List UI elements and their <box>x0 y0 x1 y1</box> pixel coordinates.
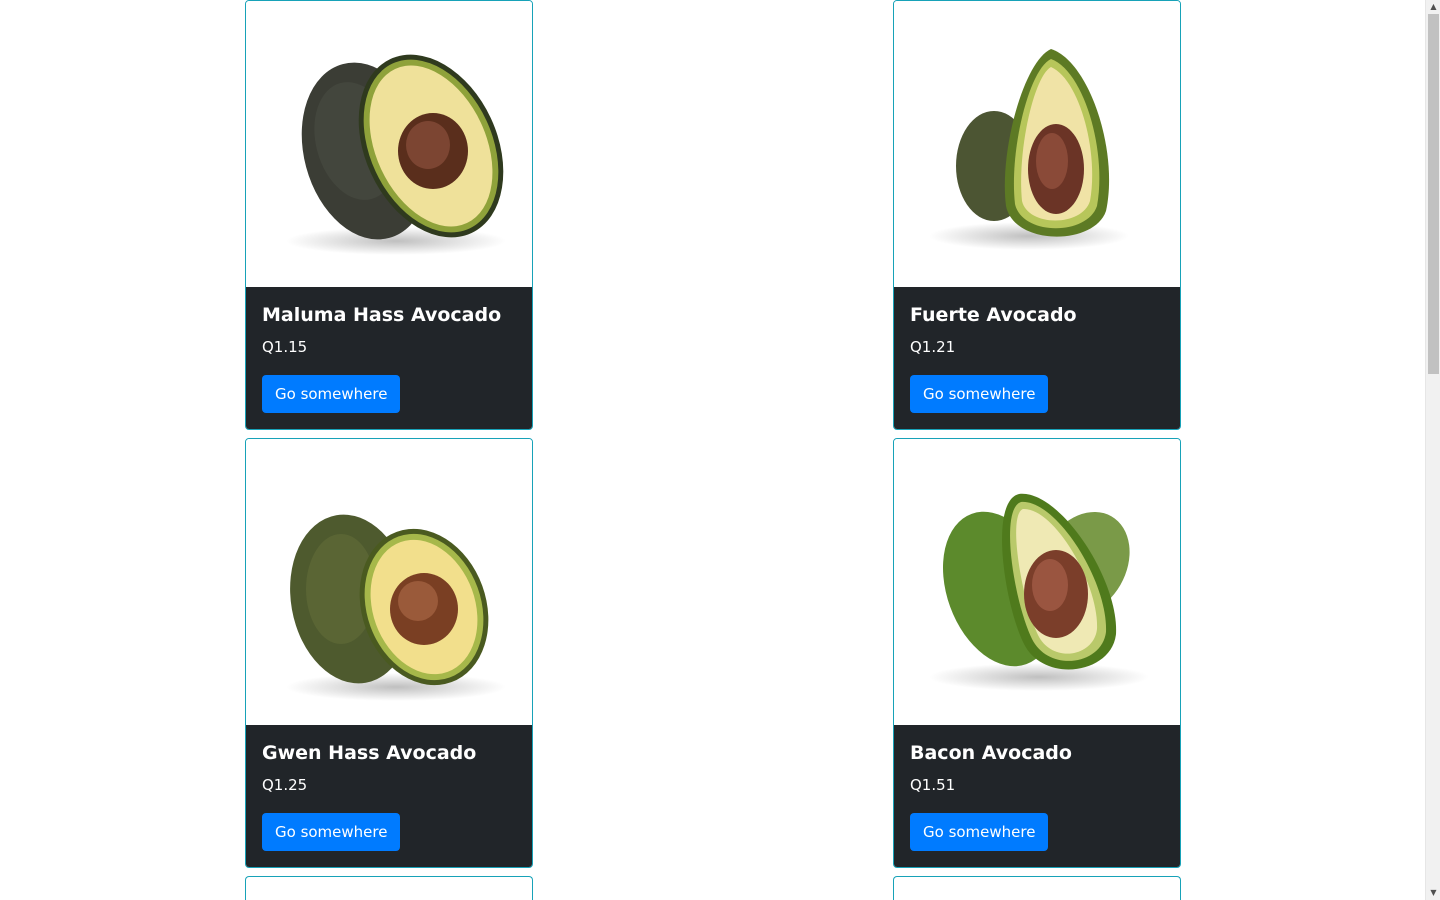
product-card: Fuerte Avocado Q1.21 Go somewhere <box>893 0 1181 430</box>
avocado-image <box>894 1 1180 287</box>
product-price: Q1.15 <box>262 338 308 356</box>
product-card-partial <box>893 876 1181 900</box>
vertical-scrollbar[interactable]: ▲ ▼ <box>1425 0 1440 900</box>
product-name: Fuerte Avocado <box>910 304 1077 326</box>
avocado-image <box>894 439 1180 725</box>
card-body: Fuerte Avocado Q1.21 Go somewhere <box>894 287 1180 429</box>
card-body: Maluma Hass Avocado Q1.15 Go somewhere <box>246 287 532 429</box>
product-price: Q1.25 <box>262 776 308 794</box>
product-name: Gwen Hass Avocado <box>262 742 477 764</box>
product-card: Bacon Avocado Q1.51 Go somewhere <box>893 438 1181 868</box>
go-somewhere-button[interactable]: Go somewhere <box>910 813 1049 851</box>
card-body: Gwen Hass Avocado Q1.25 Go somewhere <box>246 725 532 867</box>
go-somewhere-button[interactable]: Go somewhere <box>910 375 1049 413</box>
avocado-image <box>246 1 532 287</box>
product-price: Q1.51 <box>910 776 956 794</box>
product-name: Maluma Hass Avocado <box>262 304 502 326</box>
go-somewhere-button[interactable]: Go somewhere <box>262 375 401 413</box>
product-card-partial <box>245 876 533 900</box>
card-body: Bacon Avocado Q1.51 Go somewhere <box>894 725 1180 867</box>
product-grid: Maluma Hass Avocado Q1.15 Go somewhere F… <box>0 0 1425 900</box>
product-name: Bacon Avocado <box>910 742 1072 764</box>
product-card: Gwen Hass Avocado Q1.25 Go somewhere <box>245 438 533 868</box>
product-card: Maluma Hass Avocado Q1.15 Go somewhere <box>245 0 533 430</box>
avocado-image <box>246 439 532 725</box>
scrollbar-thumb[interactable] <box>1428 14 1439 374</box>
go-somewhere-button[interactable]: Go somewhere <box>262 813 401 851</box>
product-price: Q1.21 <box>910 338 956 356</box>
scroll-up-arrow-icon[interactable]: ▲ <box>1426 0 1440 14</box>
scroll-down-arrow-icon[interactable]: ▼ <box>1426 886 1440 900</box>
